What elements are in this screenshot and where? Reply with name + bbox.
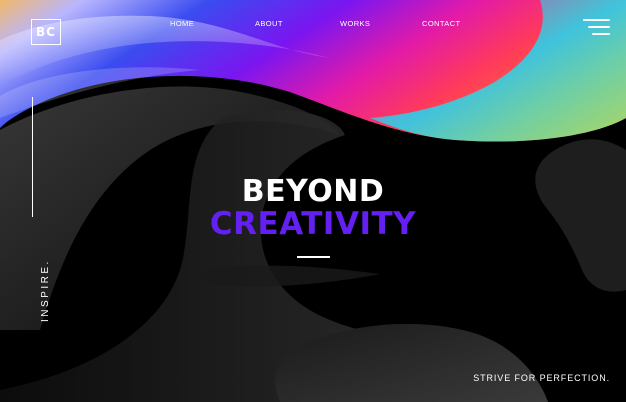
hero-title-line2: CREATIVITY [209, 206, 417, 242]
hamburger-menu-icon[interactable] [583, 19, 610, 37]
landing-page: BC HOME ABOUT WORKS CONTACT INSPIRE. BEY… [0, 0, 626, 402]
footer-tagline: STRIVE FOR PERFECTION. [473, 373, 610, 383]
side-vertical-text: INSPIRE. [40, 259, 51, 322]
nav-contact[interactable]: CONTACT [422, 19, 461, 28]
hero-title-line1: BEYOND [241, 174, 385, 209]
nav-about[interactable]: ABOUT [255, 19, 283, 28]
nav-works[interactable]: WORKS [340, 19, 370, 28]
logo[interactable]: BC [31, 19, 61, 45]
nav-home[interactable]: HOME [170, 19, 194, 28]
hero-divider [297, 256, 330, 258]
